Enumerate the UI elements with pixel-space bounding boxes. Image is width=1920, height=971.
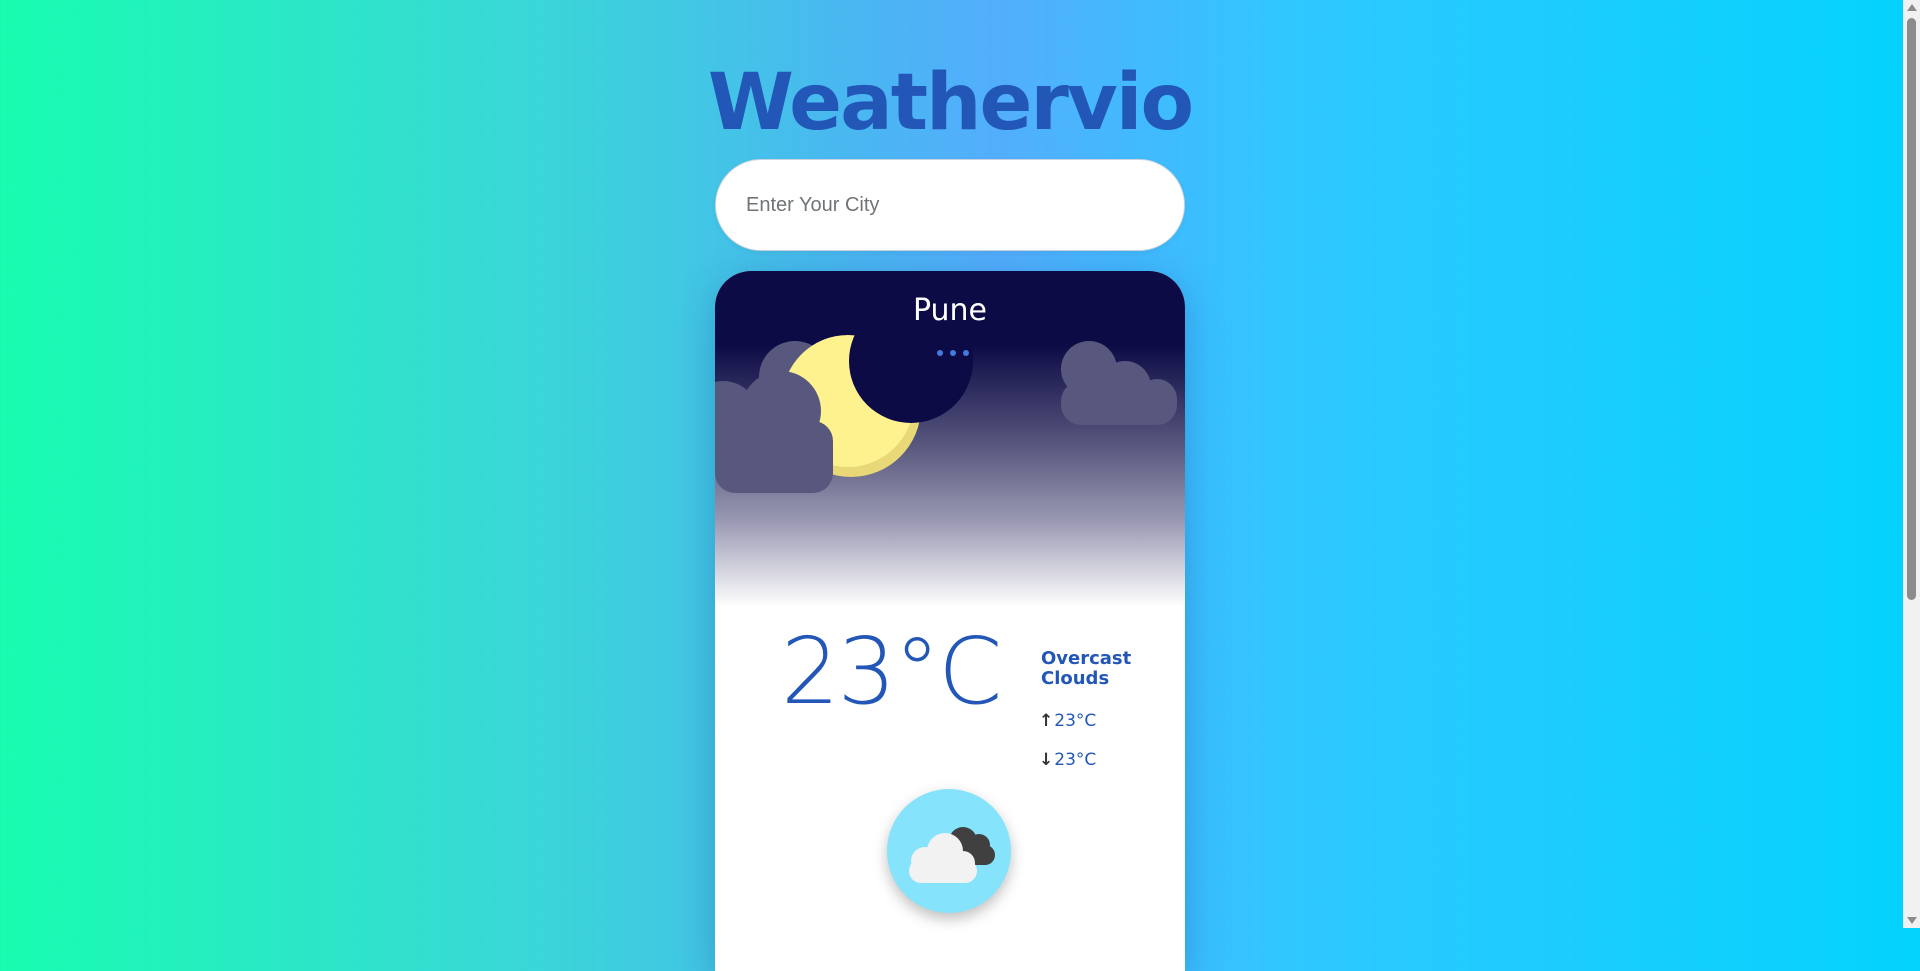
weather-scene: Pune [715,271,1185,607]
page-scrollbar[interactable] [1903,0,1920,928]
scroll-thumb[interactable] [1907,18,1916,600]
weather-condition-badge [887,789,1011,913]
temp-high-value: 23°C [1054,711,1097,731]
loading-dots-icon [935,350,975,358]
temp-high: ↑23°C [1039,711,1096,731]
temp-low: ↓23°C [1039,750,1096,770]
city-search-input[interactable] [716,160,1184,250]
temp-low-value: 23°C [1054,750,1097,770]
city-name: Pune [912,293,988,328]
weather-card: Pune 23°C Overcast Clouds ↑23°C ↓23°C [715,271,1185,971]
weather-description: Overcast Clouds [1041,648,1132,689]
current-temperature: 23°C [781,618,1002,725]
city-search-box[interactable] [715,159,1185,251]
overcast-clouds-icon [909,827,995,883]
scroll-down-icon[interactable] [1907,917,1917,924]
arrow-down-icon: ↓ [1039,750,1054,770]
scroll-up-icon[interactable] [1907,4,1917,11]
arrow-up-icon: ↑ [1039,711,1054,731]
app-title: Weathervio [707,58,1194,148]
